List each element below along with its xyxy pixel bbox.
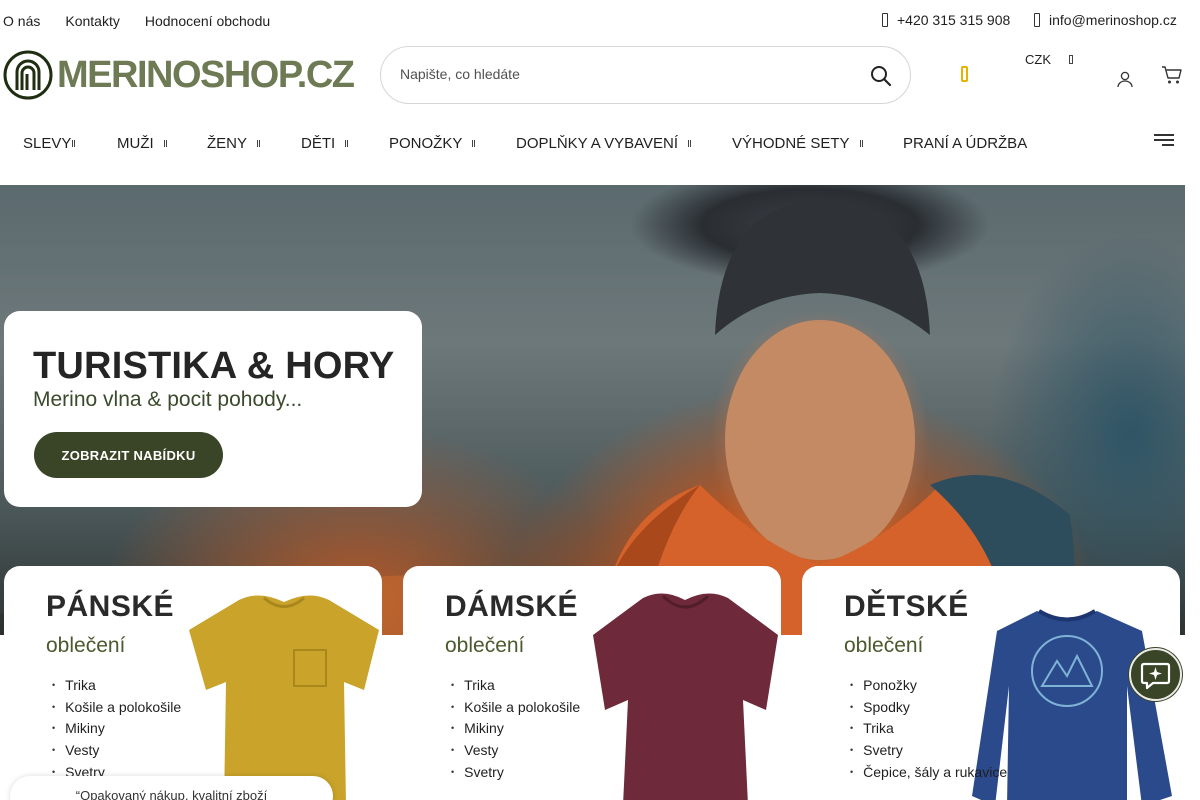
phone-icon	[882, 13, 888, 27]
chevron-down-icon	[859, 140, 863, 147]
nav-label: DĚTI	[301, 135, 336, 152]
nav-label: VÝHODNÉ SETY	[732, 135, 850, 152]
logo-mark-icon	[3, 50, 53, 100]
search-input[interactable]	[400, 66, 840, 82]
hero-card: TURISTIKA & HORY Merino vlna & pocit poh…	[4, 311, 422, 507]
search-icon[interactable]	[869, 64, 893, 88]
category-list: Ponožky Spodky Trika Svetry Čepice, šály…	[850, 674, 1007, 782]
chevron-down-icon	[472, 140, 476, 147]
phone-number[interactable]: +420 315 315 908	[897, 12, 1010, 28]
nav-item-sets[interactable]: VÝHODNÉ SETY	[732, 135, 863, 152]
chat-sparkle-icon	[1129, 648, 1182, 701]
chevron-down-icon	[688, 140, 692, 147]
list-item[interactable]: Vesty	[451, 739, 580, 761]
category-subtitle: oblečení	[46, 634, 126, 657]
list-item[interactable]: Trika	[451, 674, 580, 696]
nav-item-sale[interactable]: SLEVY	[23, 135, 76, 152]
top-links: O nás Kontakty Hodnocení obchodu	[3, 13, 270, 29]
chat-button[interactable]	[1128, 647, 1183, 702]
hero-subtitle: Merino vlna & pocit pohody...	[33, 388, 303, 411]
chevron-down-icon	[345, 140, 349, 147]
currency-selector[interactable]: CZK	[1025, 52, 1073, 67]
category-subtitle: oblečení	[844, 634, 924, 657]
nav-item-kids[interactable]: DĚTI	[301, 135, 349, 152]
list-item[interactable]: Ponožky	[850, 674, 1007, 696]
category-card-kids[interactable]: DĚTSKÉ oblečení Ponožky Spodky Trika Sve…	[802, 566, 1180, 800]
category-card-men[interactable]: PÁNSKÉ oblečení Trika Košile a polokošil…	[4, 566, 382, 800]
top-link-contacts[interactable]: Kontakty	[65, 13, 119, 29]
nav-item-care[interactable]: PRANÍ A ÚDRŽBA	[903, 135, 1027, 152]
currency-label: CZK	[1025, 52, 1051, 67]
cart-icon[interactable]	[1161, 65, 1183, 85]
logo-text: MERINOSHOP.CZ	[57, 54, 355, 96]
category-card-women[interactable]: DÁMSKÉ oblečení Trika Košile a polokošil…	[403, 566, 781, 800]
category-list: Trika Košile a polokošile Mikiny Vesty S…	[451, 674, 580, 782]
nav-label: SLEVY	[23, 135, 72, 152]
list-item[interactable]: Košile a polokošile	[52, 696, 181, 718]
hero-title: TURISTIKA & HORY	[33, 345, 395, 387]
category-title: PÁNSKÉ	[46, 590, 175, 623]
category-title: DÁMSKÉ	[445, 590, 579, 623]
mail-icon	[1034, 13, 1040, 27]
nav-label: DOPLŇKY A VYBAVENÍ	[516, 135, 679, 152]
list-item[interactable]: Trika	[850, 717, 1007, 739]
list-item[interactable]: Košile a polokošile	[451, 696, 580, 718]
chevron-down-icon	[1069, 55, 1073, 64]
search-box	[380, 46, 911, 104]
email-contact[interactable]: info@merinoshop.cz	[1034, 12, 1177, 28]
chevron-down-icon	[257, 140, 261, 147]
testimonial-widget[interactable]: “Opakovaný nákup, kvalitní zboží	[10, 776, 333, 800]
user-icon[interactable]	[1116, 70, 1134, 88]
nav-label: MUŽI	[117, 135, 154, 152]
menu-icon[interactable]	[1154, 134, 1174, 148]
list-item[interactable]: Vesty	[52, 739, 181, 761]
list-item[interactable]: Trika	[52, 674, 181, 696]
list-item[interactable]: Čepice, šály a rukavice	[850, 761, 1007, 783]
nav-label: ŽENY	[207, 135, 248, 152]
nav-item-women[interactable]: ŽENY	[207, 135, 261, 152]
list-item[interactable]: Mikiny	[52, 717, 181, 739]
list-item[interactable]: Mikiny	[451, 717, 580, 739]
top-bar: O nás Kontakty Hodnocení obchodu +420 31…	[0, 0, 1200, 42]
yellow-tshirt-image	[189, 595, 379, 800]
email-address[interactable]: info@merinoshop.cz	[1049, 12, 1177, 28]
list-item[interactable]: Svetry	[451, 761, 580, 783]
testimonial-text: “Opakovaný nákup, kvalitní zboží	[75, 788, 268, 800]
show-offer-button[interactable]: ZOBRAZIT NABÍDKU	[34, 432, 223, 478]
top-link-shop-rating[interactable]: Hodnocení obchodu	[145, 13, 270, 29]
main-navigation: SLEVY MUŽI ŽENY DĚTI PONOŽKY DOPLŇKY A V…	[0, 128, 1200, 158]
chevron-down-icon	[163, 140, 167, 147]
chevron-down-icon	[72, 140, 76, 147]
nav-label: PONOŽKY	[389, 135, 463, 152]
nav-item-socks[interactable]: PONOŽKY	[389, 135, 476, 152]
nav-item-accessories[interactable]: DOPLŇKY A VYBAVENÍ	[516, 135, 692, 152]
logo[interactable]: MERINOSHOP.CZ	[3, 50, 355, 100]
category-title: DĚTSKÉ	[844, 590, 969, 623]
list-item[interactable]: Spodky	[850, 696, 1007, 718]
category-subtitle: oblečení	[445, 634, 525, 657]
nav-label: PRANÍ A ÚDRŽBA	[903, 135, 1028, 152]
favorites-icon[interactable]	[961, 66, 968, 82]
category-list: Trika Košile a polokošile Mikiny Vesty S…	[52, 674, 181, 782]
phone-contact[interactable]: +420 315 315 908	[882, 12, 1010, 28]
page: O nás Kontakty Hodnocení obchodu +420 31…	[0, 0, 1200, 800]
list-item[interactable]: Svetry	[850, 739, 1007, 761]
burgundy-tshirt-image	[593, 593, 778, 800]
nav-item-men[interactable]: MUŽI	[117, 135, 167, 152]
top-link-about[interactable]: O nás	[3, 13, 40, 29]
